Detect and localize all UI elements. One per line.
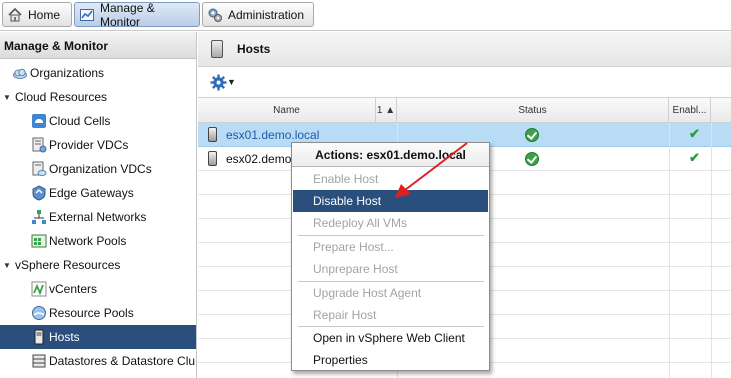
sidebar-item-provider-vdcs[interactable]: Provider VDCs [0, 133, 196, 157]
sidebar-item-network-pools[interactable]: Network Pools [0, 229, 196, 253]
home-icon [7, 7, 23, 23]
context-menu: Actions: esx01.demo.local Enable Host Di… [291, 142, 490, 371]
manage-monitor-icon [79, 7, 95, 23]
top-tab-bar: Home Manage & Monitor Administration [0, 0, 731, 31]
status-ok-icon [525, 152, 539, 166]
datastores-icon [31, 353, 47, 369]
sidebar-item-label: Edge Gateways [49, 186, 134, 200]
sidebar-item-resource-pools[interactable]: Resource Pools [0, 301, 196, 325]
sidebar-item-label: vSphere Resources [15, 258, 121, 272]
sidebar-item-external-networks[interactable]: External Networks [0, 205, 196, 229]
tab-administration[interactable]: Administration [202, 2, 314, 27]
tab-administration-label: Administration [228, 7, 305, 22]
administration-gear-icon [207, 7, 223, 23]
menu-item-enable-host[interactable]: Enable Host [293, 168, 488, 190]
main-header: Hosts [198, 32, 731, 67]
sidebar-item-label: Hosts [49, 330, 80, 344]
sidebar-item-label: Resource Pools [49, 306, 134, 320]
edge-gateways-icon [31, 185, 47, 201]
status-ok-icon [525, 128, 539, 142]
host-name: esx01.demo.local [226, 128, 320, 142]
sidebar-item-organizations[interactable]: Organizations [0, 61, 196, 85]
sidebar-item-edge-gateways[interactable]: Edge Gateways [0, 181, 196, 205]
column-header-status[interactable]: Status [397, 98, 669, 122]
vcenters-icon [31, 281, 47, 297]
page-title: Hosts [237, 42, 271, 56]
sidebar-item-hosts[interactable]: Hosts [0, 325, 196, 349]
menu-item-prepare-host[interactable]: Prepare Host... [293, 236, 488, 258]
column-sort-indicator[interactable]: 1 ▲ [376, 98, 397, 122]
sidebar-item-vcenters[interactable]: vCenters [0, 277, 196, 301]
external-networks-icon [31, 209, 47, 225]
tab-home[interactable]: Home [2, 2, 72, 27]
sidebar-item-label: External Networks [49, 210, 147, 224]
hosts-icon [211, 40, 223, 58]
sidebar-item-label: Cloud Resources [15, 90, 108, 104]
menu-item-upgrade-host-agent[interactable]: Upgrade Host Agent [293, 282, 488, 304]
sidebar-item-label: Datastores & Datastore Clu [49, 354, 196, 368]
sidebar-item-label: Organizations [30, 66, 105, 80]
sidebar-header: Manage & Monitor [0, 32, 196, 59]
menu-item-repair-host[interactable]: Repair Host [293, 304, 488, 326]
sidebar-item-label: Organization VDCs [49, 162, 152, 176]
sidebar-item-label: Provider VDCs [49, 138, 129, 152]
actions-gear-icon[interactable] [210, 74, 227, 91]
column-header-name[interactable]: Name [198, 98, 376, 122]
sidebar-item-label: Network Pools [49, 234, 127, 248]
sidebar-item-datastores[interactable]: Datastores & Datastore Clu [0, 349, 196, 373]
tab-manage-monitor-label: Manage & Monitor [100, 0, 155, 29]
context-menu-title: Actions: esx01.demo.local [292, 143, 489, 167]
host-server-icon [208, 151, 217, 166]
sidebar-item-label: Cloud Cells [49, 114, 111, 128]
enabled-check-icon: ✔ [689, 150, 700, 165]
column-divider [669, 123, 670, 378]
expand-triangle-icon[interactable]: ▼ [2, 93, 12, 102]
organization-vdcs-icon [31, 161, 47, 177]
menu-item-disable-host[interactable]: Disable Host [293, 190, 488, 212]
hosts-icon [31, 329, 47, 345]
column-divider [711, 123, 712, 378]
column-header-enabled[interactable]: Enabl... [669, 98, 711, 122]
organizations-cloud-icon [12, 65, 28, 81]
host-server-icon [208, 127, 217, 142]
sidebar-item-organization-vdcs[interactable]: Organization VDCs [0, 157, 196, 181]
menu-item-properties[interactable]: Properties [293, 349, 488, 371]
sidebar-item-vsphere-resources[interactable]: ▼ vSphere Resources [0, 253, 196, 277]
resource-pools-icon [31, 305, 47, 321]
network-pools-icon [31, 233, 47, 249]
enabled-check-icon: ✔ [689, 126, 700, 141]
menu-item-redeploy-all-vms[interactable]: Redeploy All VMs [293, 212, 488, 234]
cloud-cells-icon [31, 113, 47, 129]
sidebar: Manage & Monitor Organizations ▼ Cloud R… [0, 32, 197, 378]
menu-item-open-in-vsphere-web-client[interactable]: Open in vSphere Web Client [293, 327, 488, 349]
toolbar: ▼ [198, 68, 731, 97]
tab-manage-monitor[interactable]: Manage & Monitor [74, 0, 200, 29]
grid-header: Name 1 ▲ Status Enabl... [198, 97, 731, 123]
menu-item-unprepare-host[interactable]: Unprepare Host [293, 258, 488, 280]
expand-triangle-icon[interactable]: ▼ [2, 261, 12, 270]
sidebar-item-label: vCenters [49, 282, 98, 296]
chevron-down-icon[interactable]: ▼ [227, 77, 236, 87]
tab-home-label: Home [28, 7, 61, 22]
provider-vdcs-icon [31, 137, 47, 153]
sidebar-item-cloud-cells[interactable]: Cloud Cells [0, 109, 196, 133]
sidebar-item-cloud-resources[interactable]: ▼ Cloud Resources [0, 85, 196, 109]
